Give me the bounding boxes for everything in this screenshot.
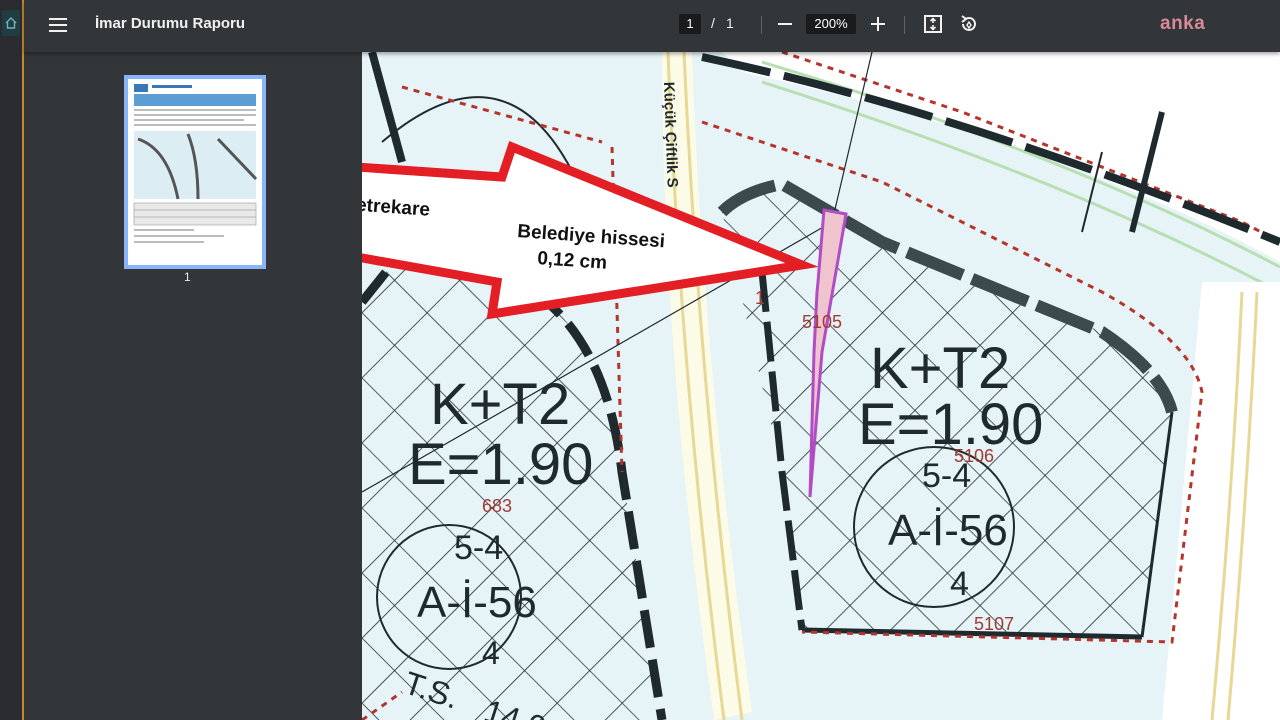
brand-logo: anka	[1160, 13, 1206, 34]
parcel-5106-label: 5106	[954, 446, 994, 466]
home-icon[interactable]	[2, 10, 20, 36]
zone-left-class: A-İ-56	[417, 578, 537, 627]
zone-left-height: 5-4	[454, 529, 503, 567]
page-separator: /	[711, 15, 715, 31]
zone-left-code: K+T2	[430, 372, 570, 437]
zone-right-class: A-İ-56	[888, 506, 1008, 555]
zone-right-floor: 4	[950, 565, 969, 603]
document-viewport[interactable]: Küçük Çiftlik S K+T2 E=1.90 5-4 A-İ-56 4…	[362, 52, 1280, 720]
zoom-level-input[interactable]: 200%	[806, 14, 856, 34]
plus-icon[interactable]	[867, 13, 889, 35]
thumbnail-sidebar: 1	[24, 52, 360, 720]
toolbar-divider	[761, 16, 762, 34]
zoning-map: Küçük Çiftlik S K+T2 E=1.90 5-4 A-İ-56 4…	[362, 52, 1280, 720]
parcel-683-label: 683	[482, 496, 512, 516]
minus-icon[interactable]	[774, 13, 796, 35]
zone-right-ratio: E=1.90	[858, 392, 1043, 457]
fit-page-icon[interactable]	[922, 13, 944, 35]
zone-left-ratio: E=1.90	[408, 432, 593, 497]
page-total: 1	[726, 15, 734, 31]
rotate-icon[interactable]	[958, 13, 980, 35]
parcel-5105-label: 5105	[802, 312, 842, 332]
page-thumbnail[interactable]	[124, 75, 266, 269]
zone-left-floor: 4	[482, 635, 500, 671]
hamburger-menu-icon[interactable]	[48, 14, 70, 36]
page-number-input[interactable]: 1	[679, 14, 701, 34]
toolbar-divider	[904, 16, 905, 34]
parcel-5107-label: 5107	[974, 614, 1014, 634]
pdf-toolbar: İmar Durumu Raporu 1 / 1 200% anka	[24, 0, 1280, 52]
thumbnail-page-number: 1	[184, 270, 191, 284]
left-panel-strip	[0, 0, 24, 720]
document-title: İmar Durumu Raporu	[95, 15, 246, 32]
lot-number-label: 1	[755, 288, 765, 308]
